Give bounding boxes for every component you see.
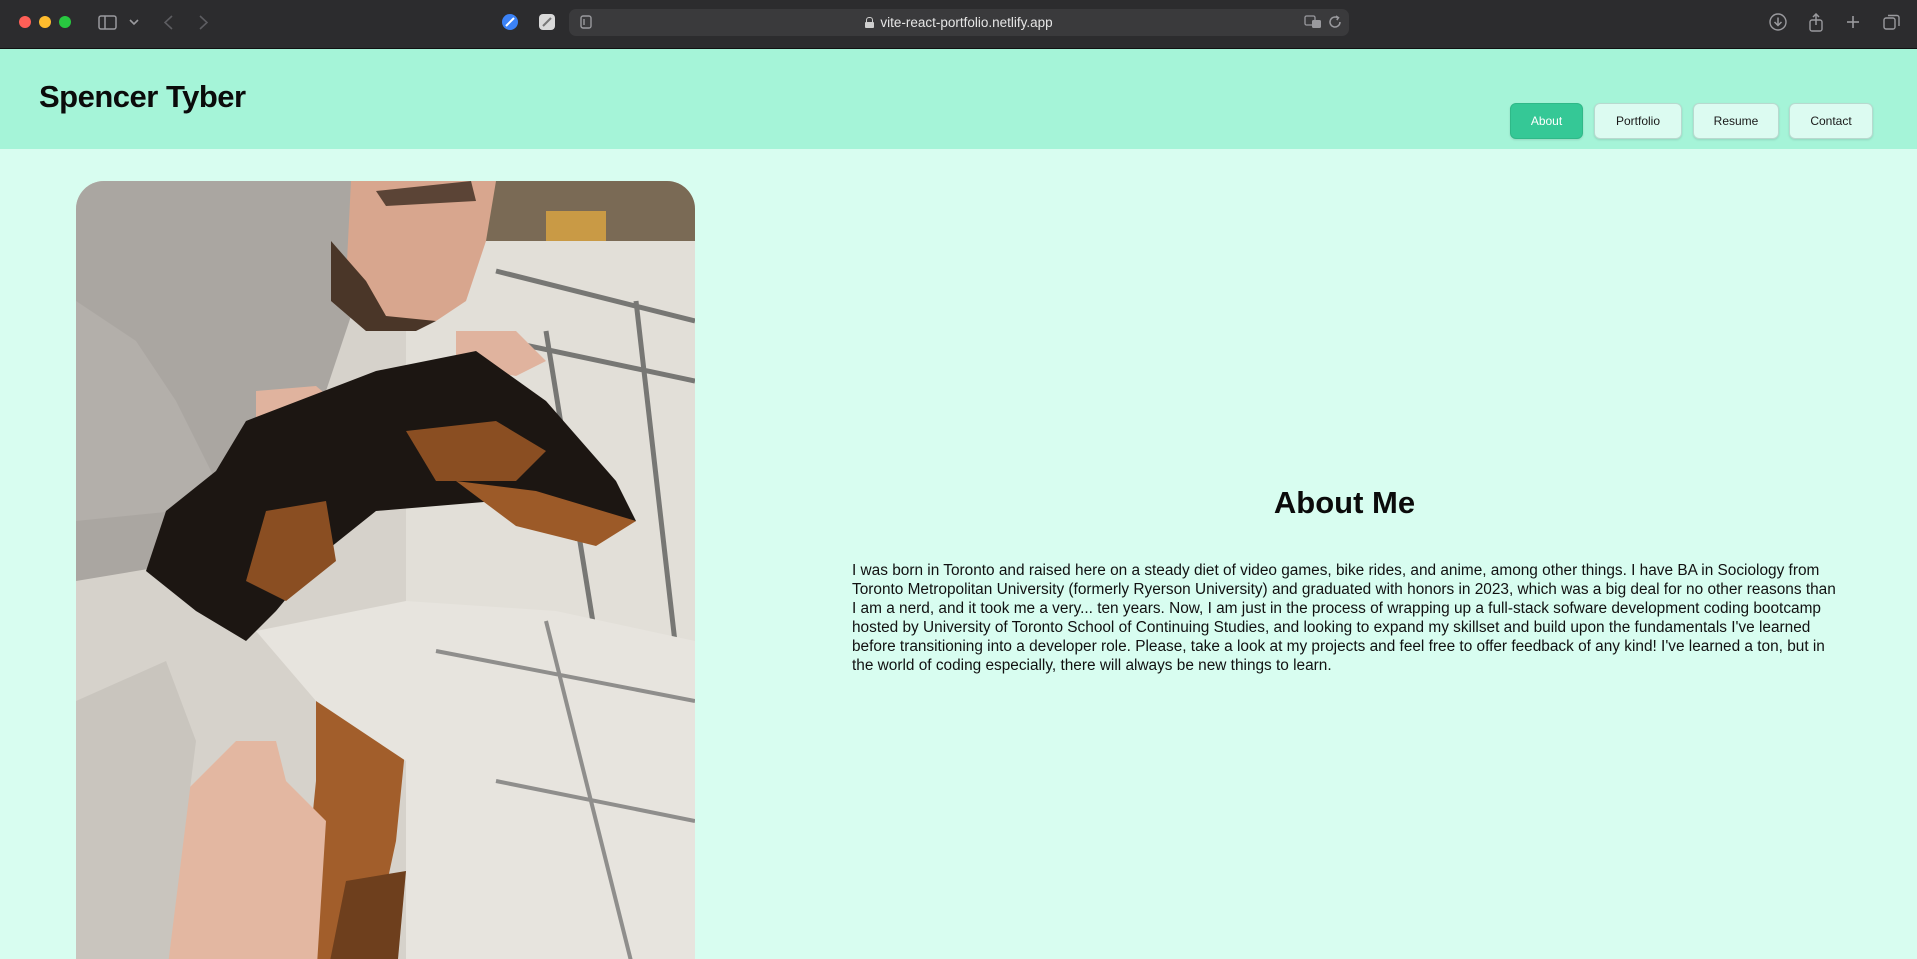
url-text: vite-react-portfolio.netlify.app	[569, 15, 1349, 30]
about-paragraph: I was born in Toronto and raised here on…	[852, 562, 1836, 674]
site-title: Spencer Tyber	[39, 79, 246, 114]
nav-portfolio-button[interactable]: Portfolio	[1594, 103, 1682, 139]
nav-about-button[interactable]: About	[1510, 103, 1583, 139]
nav-contact-button[interactable]: Contact	[1789, 103, 1873, 139]
forward-icon[interactable]	[196, 12, 210, 32]
reload-icon[interactable]	[1326, 12, 1344, 32]
lock-icon	[865, 17, 875, 28]
chevron-down-icon[interactable]	[127, 12, 141, 32]
tab-overview-icon[interactable]	[1881, 12, 1901, 32]
url-label: vite-react-portfolio.netlify.app	[880, 15, 1053, 30]
nav-resume-button[interactable]: Resume	[1693, 103, 1779, 139]
close-window-button[interactable]	[19, 16, 31, 28]
downloads-icon[interactable]	[1768, 12, 1788, 32]
back-icon[interactable]	[161, 12, 175, 32]
address-bar[interactable]: vite-react-portfolio.netlify.app	[569, 9, 1349, 36]
new-tab-icon[interactable]	[1843, 12, 1863, 32]
extension-icon[interactable]	[537, 12, 557, 32]
zoom-window-button[interactable]	[59, 16, 71, 28]
profile-photo	[76, 181, 695, 959]
browser-toolbar: vite-react-portfolio.netlify.app	[0, 0, 1917, 49]
extension-compass-icon[interactable]	[500, 12, 520, 32]
site-header: Spencer Tyber About Portfolio Resume Con…	[0, 49, 1917, 149]
share-icon[interactable]	[1806, 12, 1826, 32]
translate-icon[interactable]	[1303, 12, 1323, 32]
about-heading: About Me	[1273, 485, 1416, 520]
minimize-window-button[interactable]	[39, 16, 51, 28]
sidebar-icon[interactable]	[97, 12, 117, 32]
